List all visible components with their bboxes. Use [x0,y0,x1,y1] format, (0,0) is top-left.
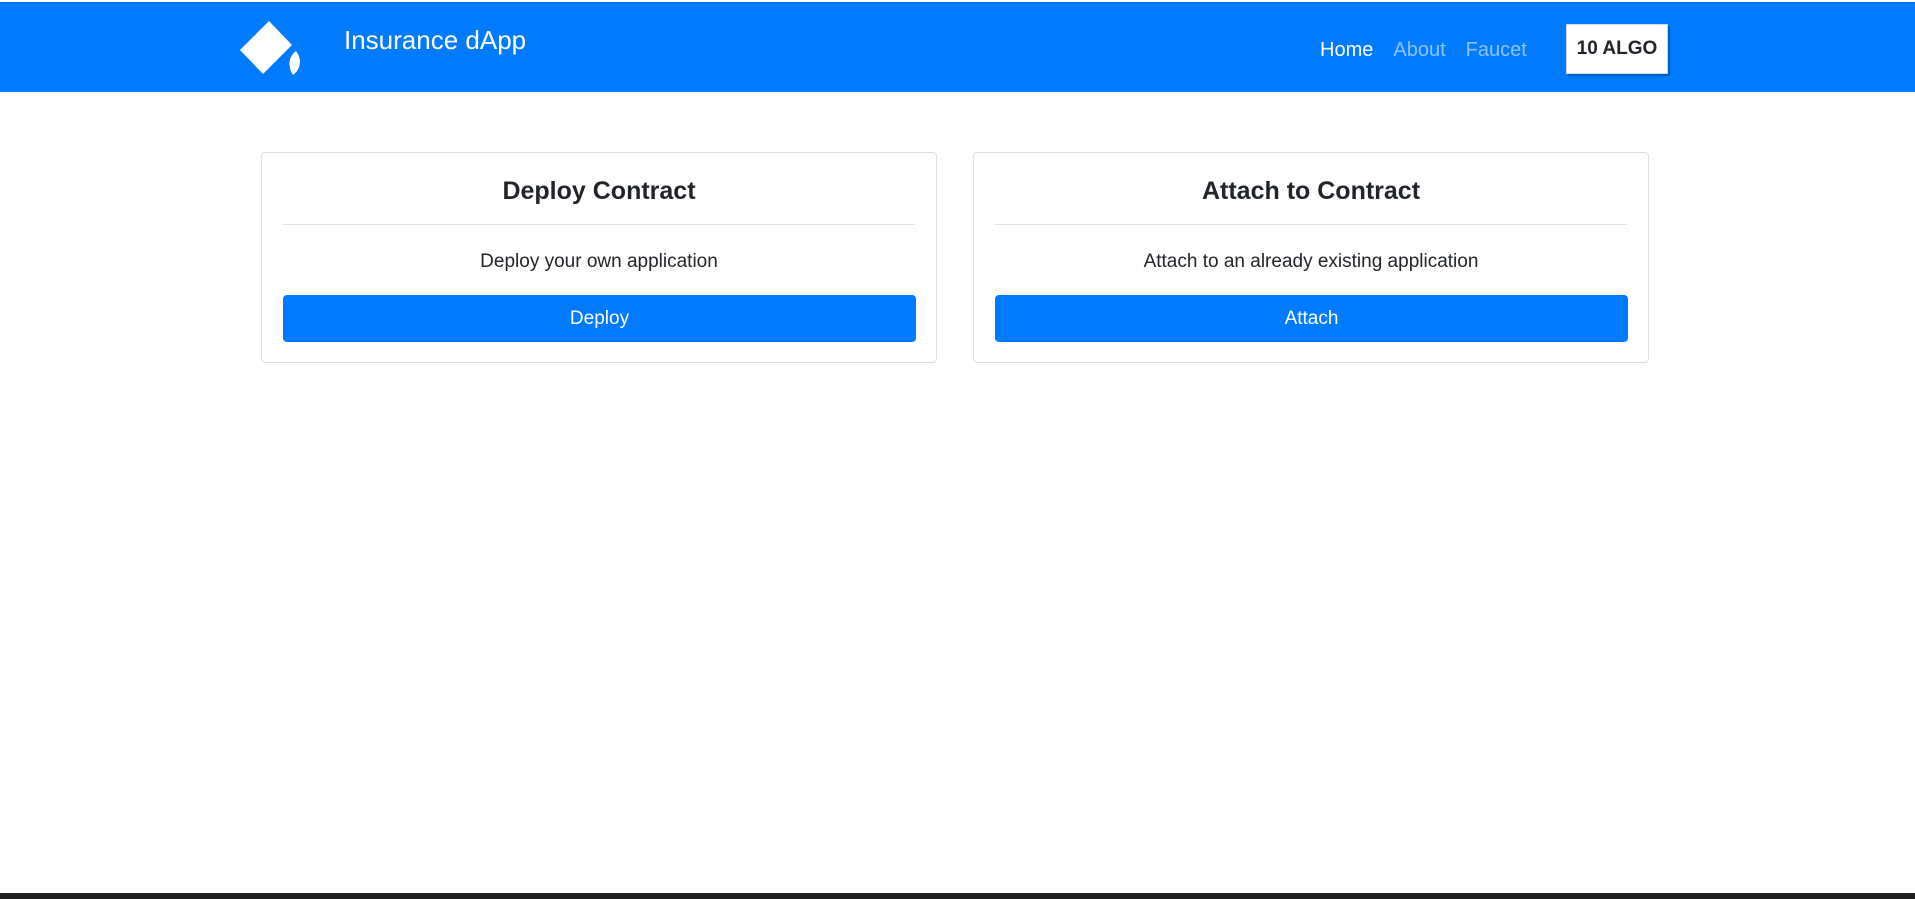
algorand-logo-icon[interactable] [240,18,320,78]
nav-link-home[interactable]: Home [1320,36,1373,64]
card-title: Attach to Contract [1201,177,1421,205]
deploy-button[interactable]: Deploy [283,295,916,342]
card-description: Deploy your own application [480,251,718,272]
attach-button[interactable]: Attach [995,295,1628,342]
app-title[interactable]: Insurance dApp [344,24,526,56]
nav-link-faucet[interactable]: Faucet [1466,36,1527,64]
attach-contract-card: Attach to Contract Attach to an already … [973,152,1649,363]
bottom-edge-bar [0,893,1915,899]
card-divider [283,224,915,225]
card-divider [995,224,1627,225]
balance-badge[interactable]: 10 ALGO [1566,24,1668,74]
card-description: Attach to an already existing applicatio… [1143,251,1479,272]
navbar: Insurance dApp Home About Faucet 10 ALGO [0,2,1915,92]
deploy-contract-card: Deploy Contract Deploy your own applicat… [261,152,937,363]
nav-links: Home About Faucet [1320,36,1547,64]
card-title: Deploy Contract [502,177,696,205]
nav-link-about[interactable]: About [1393,36,1445,64]
